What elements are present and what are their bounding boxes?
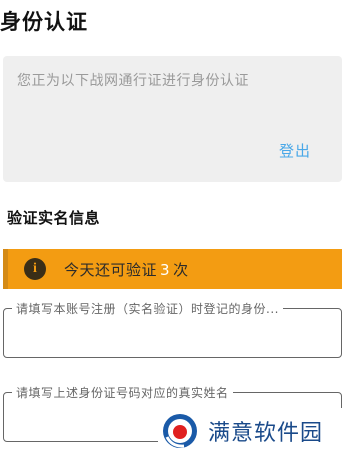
- attempts-count: 3: [160, 261, 171, 279]
- notice-suffix: 次: [173, 261, 189, 279]
- logout-button[interactable]: 登出: [279, 140, 311, 161]
- identity-verification-page: 身份认证 您正为以下战网通行证进行身份认证 登出 验证实名信息 i 今天还可验证…: [0, 0, 345, 454]
- section-title: 验证实名信息: [7, 209, 101, 227]
- account-notice: 您正为以下战网通行证进行身份认证: [17, 73, 249, 89]
- watermark-text: 满意软件园: [208, 421, 324, 446]
- id-number-field[interactable]: 请填写本账号注册（实名验证）时登记的身份...: [3, 300, 342, 358]
- id-number-input[interactable]: [14, 323, 331, 349]
- notice-prefix: 今天还可验证: [64, 261, 158, 279]
- watermark: 满意软件园: [158, 408, 345, 454]
- id-number-label: 请填写本账号注册（实名验证）时登记的身份...: [12, 300, 283, 317]
- attempts-notice-text: 今天还可验证 3 次: [64, 259, 189, 280]
- info-icon: i: [24, 258, 46, 280]
- page-title: 身份认证: [0, 10, 88, 34]
- account-card: 您正为以下战网通行证进行身份认证 登出: [3, 56, 342, 182]
- real-name-label: 请填写上述身份证号码对应的真实姓名: [12, 384, 233, 401]
- site-logo-icon: [163, 414, 197, 448]
- attempts-notice-bar: i 今天还可验证 3 次: [3, 249, 342, 289]
